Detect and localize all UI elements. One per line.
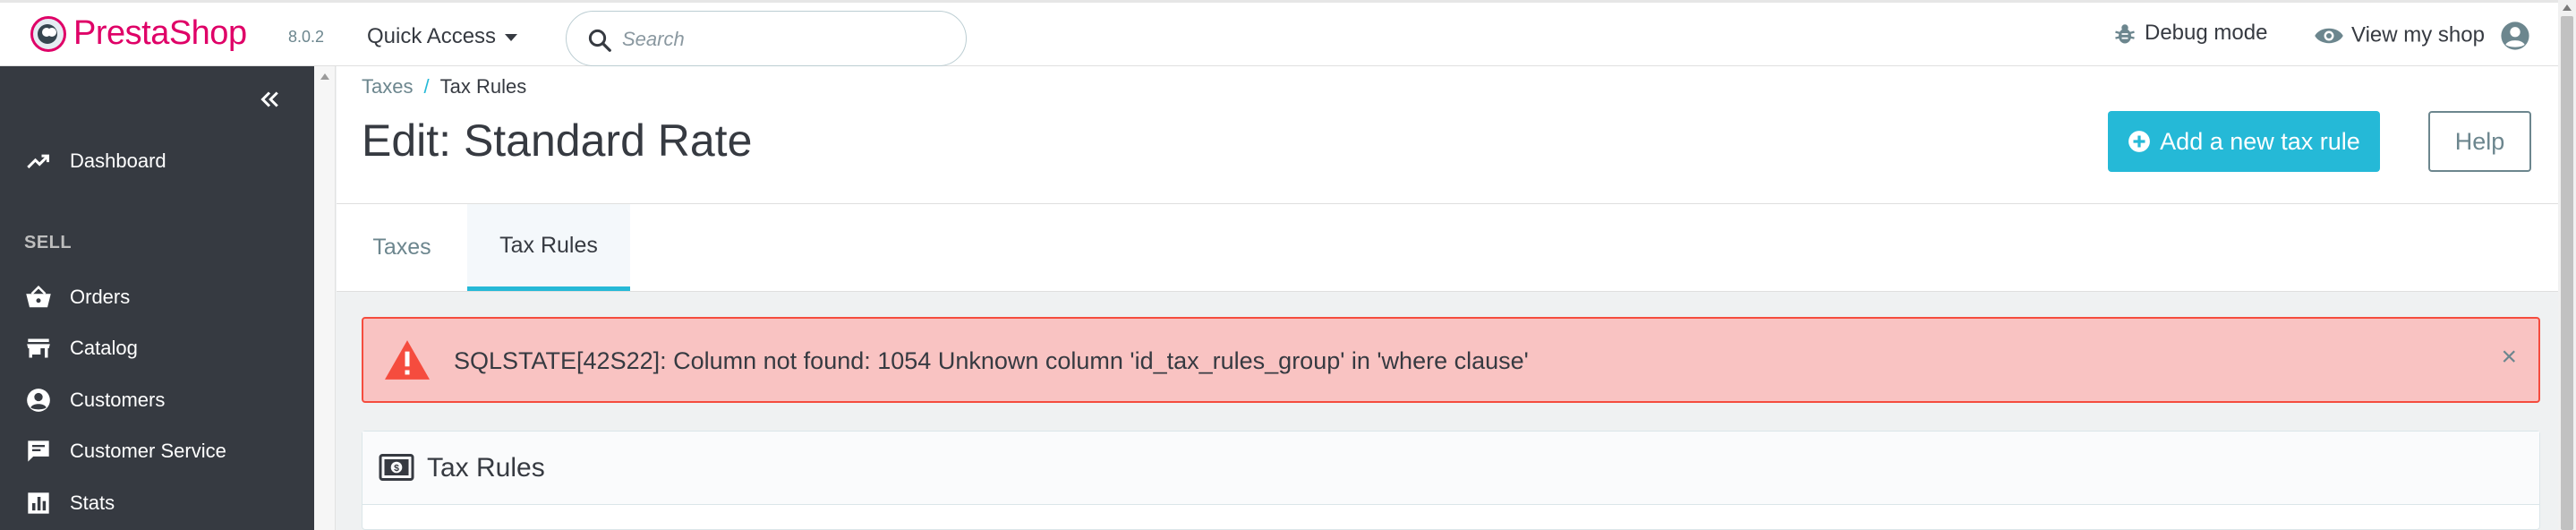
breadcrumb-link-taxes[interactable]: Taxes [362, 75, 413, 98]
panel-title: Tax Rules [427, 453, 545, 483]
content-scrollbar[interactable] [314, 66, 336, 530]
bug-icon [2115, 23, 2135, 44]
sidebar-item-label: Stats [70, 492, 115, 514]
sidebar-item-orders[interactable]: Orders [0, 276, 314, 319]
account-circle-icon[interactable] [2500, 21, 2530, 51]
caret-down-icon [505, 33, 518, 41]
version-label: 8.0.2 [288, 28, 325, 46]
sidebar-item-customer-service[interactable]: Customer Service [0, 430, 314, 473]
panel-header: $ Tax Rules [363, 432, 2539, 505]
page-title: Edit: Standard Rate [362, 115, 753, 166]
sidebar-item-label: Catalog [70, 337, 138, 359]
quick-access-dropdown[interactable]: Quick Access [367, 24, 518, 49]
view-my-shop-label: View my shop [2351, 22, 2485, 47]
tax-rules-panel: $ Tax Rules [362, 431, 2540, 530]
debug-mode-link[interactable]: Debug mode [2112, 21, 2267, 47]
search-input[interactable] [622, 24, 944, 55]
warning-icon [385, 340, 430, 380]
sidebar-item-customers[interactable]: Customers [0, 379, 314, 422]
basket-icon [25, 284, 52, 311]
scroll-up-arrow-icon[interactable] [320, 73, 329, 80]
breadcrumb: Taxes / Tax Rules [362, 75, 526, 98]
sidebar-item-catalog[interactable]: Catalog [0, 327, 314, 370]
brand-name[interactable]: PrestaShop [73, 14, 247, 53]
debug-mode-label: Debug mode [2145, 21, 2268, 45]
sidebar-item-dashboard[interactable]: Dashboard [0, 140, 314, 183]
svg-text:$: $ [394, 463, 399, 474]
account-circle-icon [25, 387, 52, 414]
trending-up-icon [25, 148, 52, 175]
tab-taxes[interactable]: Taxes [337, 204, 467, 291]
money-icon: $ [379, 454, 414, 481]
view-my-shop-link[interactable]: View my shop [2314, 21, 2530, 51]
sidebar-item-label: Orders [70, 286, 131, 308]
chat-icon [25, 438, 52, 465]
quick-access-label: Quick Access [367, 24, 497, 48]
sidebar-item-label: Dashboard [70, 150, 166, 172]
prestashop-logo[interactable] [30, 16, 66, 52]
alert-message: SQLSTATE[42S22]: Column not found: 1054 … [454, 347, 1529, 374]
scroll-up-arrow-icon[interactable] [2563, 4, 2572, 11]
eye-icon [2315, 28, 2343, 44]
sidebar-section-sell: SELL [24, 233, 73, 252]
sidebar: Dashboard SELL Orders Catalog Customers … [0, 66, 314, 530]
page-header: Taxes / Tax Rules Edit: Standard Rate Add … [337, 66, 2558, 204]
help-button[interactable]: Help [2428, 111, 2531, 172]
scrollbar-thumb[interactable] [2561, 16, 2573, 530]
sidebar-item-label: Customers [70, 389, 166, 411]
sidebar-item-stats[interactable]: Stats [0, 482, 314, 525]
collapse-sidebar-icon[interactable] [256, 86, 283, 113]
close-alert-button[interactable]: × [2501, 344, 2517, 371]
breadcrumb-current: Tax Rules [439, 75, 527, 98]
page-scrollbar[interactable] [2558, 0, 2576, 530]
add-tax-rule-button[interactable]: Add a new tax rule [2108, 111, 2380, 172]
breadcrumb-separator: / [423, 75, 430, 98]
search-icon [588, 29, 611, 52]
tab-tax-rules[interactable]: Tax Rules [467, 204, 630, 291]
top-header: PrestaShop 8.0.2 Quick Access Debug mode… [0, 0, 2558, 66]
store-icon [25, 335, 52, 362]
search-box[interactable] [566, 11, 967, 66]
error-alert: SQLSTATE[42S22]: Column not found: 1054 … [362, 317, 2540, 403]
bar-chart-icon [25, 490, 52, 517]
sidebar-item-label: Customer Service [70, 440, 226, 462]
tab-bar: Taxes Tax Rules [337, 204, 2558, 292]
add-tax-rule-label: Add a new tax rule [2160, 127, 2360, 155]
add-circle-icon [2128, 131, 2151, 152]
